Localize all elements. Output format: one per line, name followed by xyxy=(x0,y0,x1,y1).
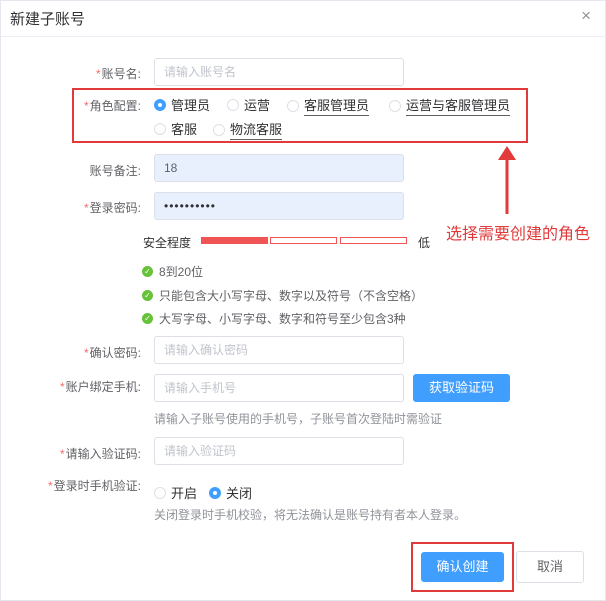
phone-label: *账户绑定手机: xyxy=(59,380,141,394)
strength-label: 安全程度 xyxy=(143,236,192,250)
radio-unchecked-icon xyxy=(154,122,166,135)
check-circle-icon: ✓ xyxy=(142,290,153,301)
radio-unchecked-icon xyxy=(154,486,166,499)
confirm-password-input[interactable] xyxy=(154,336,404,364)
code-label: *请输入验证码: xyxy=(59,447,141,461)
radio-unchecked-icon xyxy=(287,99,299,112)
get-code-button[interactable]: 获取验证码 xyxy=(413,374,510,402)
password-input[interactable]: •••••••••• xyxy=(154,192,404,220)
role-radio-logistics-cs[interactable]: 物流客服 xyxy=(213,119,283,140)
check-circle-icon: ✓ xyxy=(142,313,153,324)
radio-checked-icon xyxy=(154,98,166,111)
confirm-create-button[interactable]: 确认创建 xyxy=(421,552,504,582)
role-radio-admin[interactable]: 管理员 xyxy=(154,95,210,114)
remark-label: 账号备注: xyxy=(89,164,141,178)
login-verify-off-radio[interactable]: 关闭 xyxy=(209,483,252,502)
rule-charset: ✓ 只能包含大小写字母、数字以及符号（不含空格） xyxy=(142,287,423,304)
annotation-text: 选择需要创建的角色 xyxy=(446,226,591,243)
role-radio-ops-cs-admin[interactable]: 运营与客服管理员 xyxy=(389,95,511,116)
role-radio-operations[interactable]: 运营 xyxy=(227,95,270,114)
code-input[interactable] xyxy=(154,437,404,465)
login-verify-on-radio[interactable]: 开启 xyxy=(154,483,197,502)
role-radio-cs-admin[interactable]: 客服管理员 xyxy=(287,95,370,116)
phone-input[interactable] xyxy=(154,374,404,402)
role-radio-cs[interactable]: 客服 xyxy=(154,119,197,138)
account-name-label: *账号名: xyxy=(95,67,141,81)
radio-unchecked-icon xyxy=(227,98,239,111)
radio-checked-icon xyxy=(209,486,221,499)
strength-segment-3 xyxy=(340,237,407,244)
check-circle-icon: ✓ xyxy=(142,266,153,277)
strength-segment-1 xyxy=(201,237,268,244)
close-icon[interactable]: × xyxy=(581,7,591,25)
account-name-input[interactable] xyxy=(154,58,404,86)
cancel-button[interactable]: 取消 xyxy=(516,551,584,583)
phone-hint: 请输入子账号使用的手机号，子账号首次登陆时需验证 xyxy=(154,412,443,426)
login-verify-hint: 关闭登录时手机校验，将无法确认是账号持有者本人登录。 xyxy=(154,508,467,522)
dialog-header: 新建子账号 × xyxy=(1,1,605,37)
remark-input[interactable] xyxy=(154,154,404,182)
create-subaccount-dialog: 新建子账号 × *账号名: *角色配置: 管理员 运营 客服管理员 运营与客服管… xyxy=(0,0,606,601)
login-verify-label: *登录时手机验证: xyxy=(47,479,141,493)
radio-unchecked-icon xyxy=(213,123,225,136)
rule-complexity: ✓ 大写字母、小写字母、数字和符号至少包含3种 xyxy=(142,310,406,327)
confirm-password-label: *确认密码: xyxy=(83,346,141,360)
role-label: *角色配置: xyxy=(83,99,141,113)
strength-level: 低 xyxy=(418,236,431,250)
radio-unchecked-icon xyxy=(389,99,401,112)
strength-segment-2 xyxy=(270,237,337,244)
rule-length: ✓ 8到20位 xyxy=(142,263,203,280)
password-label: *登录密码: xyxy=(83,201,141,215)
dialog-title: 新建子账号 xyxy=(10,11,86,28)
annotation-arrow-icon xyxy=(498,146,516,214)
